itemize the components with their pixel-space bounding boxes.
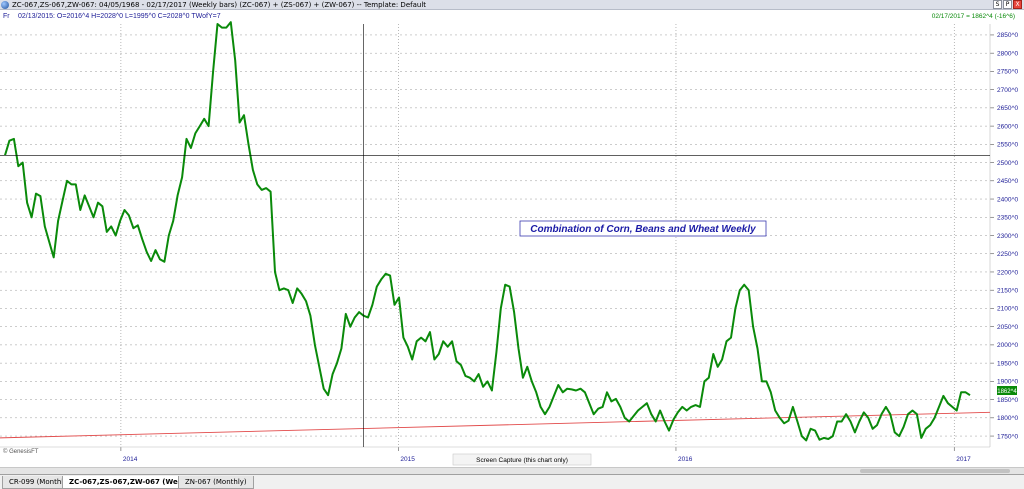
y-tick-label: 2000^0: [997, 342, 1019, 349]
corner-readout: 02/17/2017 = 1862^4 (-16^6): [932, 13, 1015, 20]
y-tick-label: 2250^0: [997, 251, 1019, 258]
chart-area[interactable]: 1750^0 1800^0 1850^0 1900^0 1950^0 2000^0 2050…: [0, 10, 1024, 467]
title-bar: ZC-067,ZS-067,ZW-067: 04/05/1968 - 02/17…: [0, 0, 1024, 10]
s-button[interactable]: S: [993, 0, 1002, 9]
horizontal-gridlines: [0, 34, 994, 437]
x-tick-label: 2014: [123, 456, 138, 463]
y-tick-label: 1950^0: [997, 360, 1019, 367]
x-tick-label: 2015: [400, 456, 415, 463]
y-tick-label: 2650^0: [997, 105, 1019, 112]
capture-tooltip[interactable]: Screen Capture (this chart only): [452, 453, 592, 466]
y-tick-label: 2300^0: [997, 233, 1019, 240]
tab-zn-067[interactable]: ZN-067 (Monthly): [178, 476, 254, 489]
copyright: © GenesisFT: [3, 448, 39, 455]
y-tick-label: 2700^0: [997, 87, 1019, 94]
capture-tooltip-text: Screen Capture (this chart only): [476, 457, 568, 464]
y-tick-label: 2050^0: [997, 324, 1019, 331]
y-tick-label: 2200^0: [997, 269, 1019, 276]
window-title: ZC-067,ZS-067,ZW-067: 04/05/1968 - 02/17…: [12, 1, 427, 9]
y-tick-label: 2600^0: [997, 123, 1019, 130]
trendline: [0, 411, 991, 439]
horizontal-scrollbar[interactable]: [0, 467, 1024, 474]
last-price-label: 1862^4: [997, 389, 1017, 395]
y-tick-label: 2800^0: [997, 50, 1019, 57]
chart-window: ZC-067,ZS-067,ZW-067: 04/05/1968 - 02/17…: [0, 0, 1024, 489]
y-tick-label: 2350^0: [997, 215, 1019, 222]
vertical-gridlines: [120, 24, 955, 451]
y-tick-label: 1800^0: [997, 415, 1019, 422]
chart-title-box: Combination of Corn, Beans and Wheat Wee…: [519, 220, 767, 237]
y-tick-label: 2550^0: [997, 142, 1019, 149]
x-tick-label: 2017: [956, 456, 971, 463]
chart-title: Combination of Corn, Beans and Wheat Wee…: [530, 224, 756, 235]
x-tick-label: 2016: [678, 456, 693, 463]
p-button[interactable]: P: [1003, 0, 1012, 9]
scrollbar-thumb[interactable]: [860, 469, 1010, 473]
y-tick-label: 1900^0: [997, 379, 1019, 386]
series-line: [4, 21, 971, 442]
app-icon: [1, 1, 9, 9]
y-tick-label: 2100^0: [997, 306, 1019, 313]
chart-tabs: CR-099 (Monthly) ZC-067,ZS-067,ZW-067 (W…: [0, 474, 1024, 489]
y-axis-labels: 1750^0 1800^0 1850^0 1900^0 1950^0 2000^0 2050…: [997, 32, 1019, 440]
y-tick-label: 2450^0: [997, 178, 1019, 185]
y-tick-label: 2150^0: [997, 287, 1019, 294]
y-tick-label: 2850^0: [997, 32, 1019, 39]
y-tick-label: 2400^0: [997, 196, 1019, 203]
y-tick-label: 1750^0: [997, 433, 1019, 440]
price-chart[interactable]: 1750^0 1800^0 1850^0 1900^0 1950^0 2000^0 2050…: [0, 10, 1024, 467]
info-line: 02/13/2015: O=2016^4 H=2028^0 L=1995^0 C…: [18, 13, 221, 20]
info-line-prefix: Fr: [3, 13, 10, 20]
y-tick-label: 2750^0: [997, 69, 1019, 76]
y-tick-label: 2500^0: [997, 160, 1019, 167]
close-button[interactable]: X: [1013, 0, 1022, 9]
window-buttons: S P X: [993, 0, 1022, 9]
y-tick-label: 1850^0: [997, 397, 1019, 404]
last-price-badge: 1862^4: [997, 386, 1017, 395]
